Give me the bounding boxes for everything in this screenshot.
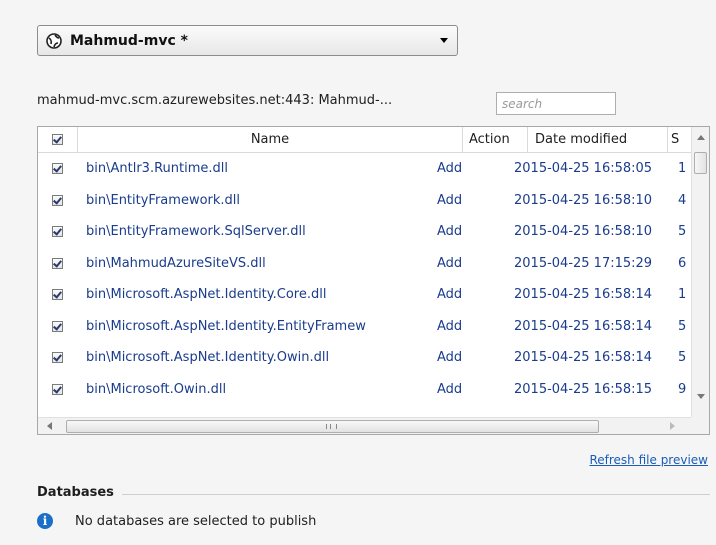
file-name: bin\Microsoft.AspNet.Identity.Owin.dll bbox=[86, 350, 330, 365]
file-action: Add bbox=[437, 255, 463, 271]
file-date: 2015-04-25 16:58:14 bbox=[514, 318, 653, 334]
table-row[interactable]: bin\Antlr3.Runtime.dll Add 2015-04-25 16… bbox=[38, 153, 691, 185]
databases-heading: Databases bbox=[37, 485, 122, 500]
row-checkbox[interactable] bbox=[52, 163, 63, 174]
databases-message: No databases are selected to publish bbox=[75, 513, 317, 529]
file-name: bin\Microsoft.AspNet.Identity.Core.dll bbox=[86, 287, 327, 302]
row-checkbox[interactable] bbox=[52, 257, 63, 269]
file-date: 2015-04-25 16:58:10 bbox=[514, 224, 653, 239]
scroll-up-arrow-icon[interactable] bbox=[697, 135, 705, 140]
databases-divider bbox=[37, 494, 710, 495]
refresh-file-preview-link[interactable]: Refresh file preview bbox=[589, 453, 708, 467]
file-size: 5 bbox=[678, 318, 687, 334]
column-header-size[interactable]: S bbox=[668, 127, 691, 152]
file-size: 1 bbox=[678, 287, 687, 302]
table-row[interactable]: bin\EntityFramework.SqlServer.dll Add 20… bbox=[38, 216, 691, 248]
file-name: bin\Microsoft.AspNet.Identity.EntityFram… bbox=[86, 318, 366, 334]
file-action: Add bbox=[437, 287, 463, 302]
table-row[interactable]: bin\Microsoft.AspNet.Identity.Core.dll A… bbox=[38, 279, 691, 311]
row-checkbox[interactable] bbox=[52, 320, 63, 332]
scroll-right-arrow-icon[interactable] bbox=[670, 422, 675, 430]
file-date: 2015-04-25 16:58:14 bbox=[514, 350, 653, 365]
databases-status: i No databases are selected to publish bbox=[37, 513, 316, 529]
table-row[interactable]: bin\Microsoft.Owin.dll Add 2015-04-25 16… bbox=[38, 374, 691, 406]
profile-dropdown[interactable]: Mahmud-mvc * bbox=[37, 25, 458, 56]
file-preview-grid: Name Action Date modified S bin\Antlr3.R… bbox=[37, 126, 710, 435]
file-action: Add bbox=[437, 224, 463, 239]
column-header-name[interactable]: Name bbox=[78, 127, 463, 152]
vertical-scroll-thumb[interactable] bbox=[694, 152, 707, 174]
file-date: 2015-04-25 16:58:14 bbox=[514, 287, 653, 302]
file-action: Add bbox=[437, 350, 463, 365]
file-name: bin\EntityFramework.SqlServer.dll bbox=[86, 224, 306, 239]
file-size: 5 bbox=[678, 350, 687, 365]
row-checkbox[interactable] bbox=[52, 383, 63, 395]
row-checkbox[interactable] bbox=[52, 226, 63, 237]
file-date: 2015-04-25 17:15:29 bbox=[514, 255, 653, 271]
header-select-all[interactable] bbox=[38, 127, 78, 152]
row-checkbox[interactable] bbox=[52, 194, 63, 206]
file-action: Add bbox=[437, 318, 463, 334]
file-size: 6 bbox=[678, 255, 687, 271]
row-checkbox[interactable] bbox=[52, 289, 63, 300]
horizontal-scrollbar[interactable] bbox=[38, 417, 691, 434]
file-name: bin\EntityFramework.dll bbox=[86, 192, 241, 208]
column-header-action[interactable]: Action bbox=[463, 127, 528, 152]
file-name: bin\Antlr3.Runtime.dll bbox=[86, 161, 228, 176]
table-row[interactable]: bin\Microsoft.AspNet.Identity.EntityFram… bbox=[38, 311, 691, 343]
scrollbar-corner bbox=[691, 417, 709, 434]
profile-name: Mahmud-mvc * bbox=[70, 32, 188, 49]
file-size: 5 bbox=[678, 224, 687, 239]
file-name: bin\MahmudAzureSiteVS.dll bbox=[86, 255, 266, 271]
vertical-scrollbar[interactable] bbox=[691, 127, 709, 417]
grip-icon bbox=[326, 424, 337, 429]
search-input[interactable] bbox=[496, 92, 616, 115]
file-action: Add bbox=[437, 192, 463, 208]
file-date: 2015-04-25 16:58:15 bbox=[514, 381, 653, 397]
column-header-date-modified[interactable]: Date modified bbox=[528, 127, 668, 152]
row-checkbox[interactable] bbox=[52, 352, 63, 363]
file-size: 9 bbox=[678, 381, 687, 397]
table-row[interactable]: bin\EntityFramework.dll Add 2015-04-25 1… bbox=[38, 185, 691, 217]
file-date: 2015-04-25 16:58:05 bbox=[514, 161, 653, 176]
globe-icon bbox=[46, 32, 62, 49]
file-rows: bin\Antlr3.Runtime.dll Add 2015-04-25 16… bbox=[38, 153, 691, 405]
table-row[interactable]: bin\Microsoft.AspNet.Identity.Owin.dll A… bbox=[38, 342, 691, 374]
chevron-down-icon[interactable] bbox=[440, 38, 448, 43]
file-date: 2015-04-25 16:58:10 bbox=[514, 192, 653, 208]
horizontal-scroll-thumb[interactable] bbox=[66, 420, 599, 433]
file-name: bin\Microsoft.Owin.dll bbox=[86, 381, 227, 397]
select-all-checkbox[interactable] bbox=[52, 134, 63, 145]
file-action: Add bbox=[437, 381, 463, 397]
scroll-left-arrow-icon[interactable] bbox=[47, 422, 52, 430]
grid-header: Name Action Date modified S bbox=[38, 127, 691, 153]
file-size: 4 bbox=[678, 192, 687, 208]
file-action: Add bbox=[437, 161, 463, 176]
table-row[interactable]: bin\MahmudAzureSiteVS.dll Add 2015-04-25… bbox=[38, 248, 691, 280]
connection-label: mahmud-mvc.scm.azurewebsites.net:443: Ma… bbox=[37, 93, 393, 108]
info-icon: i bbox=[37, 513, 53, 529]
scroll-down-arrow-icon[interactable] bbox=[697, 394, 705, 399]
file-size: 1 bbox=[678, 161, 687, 176]
